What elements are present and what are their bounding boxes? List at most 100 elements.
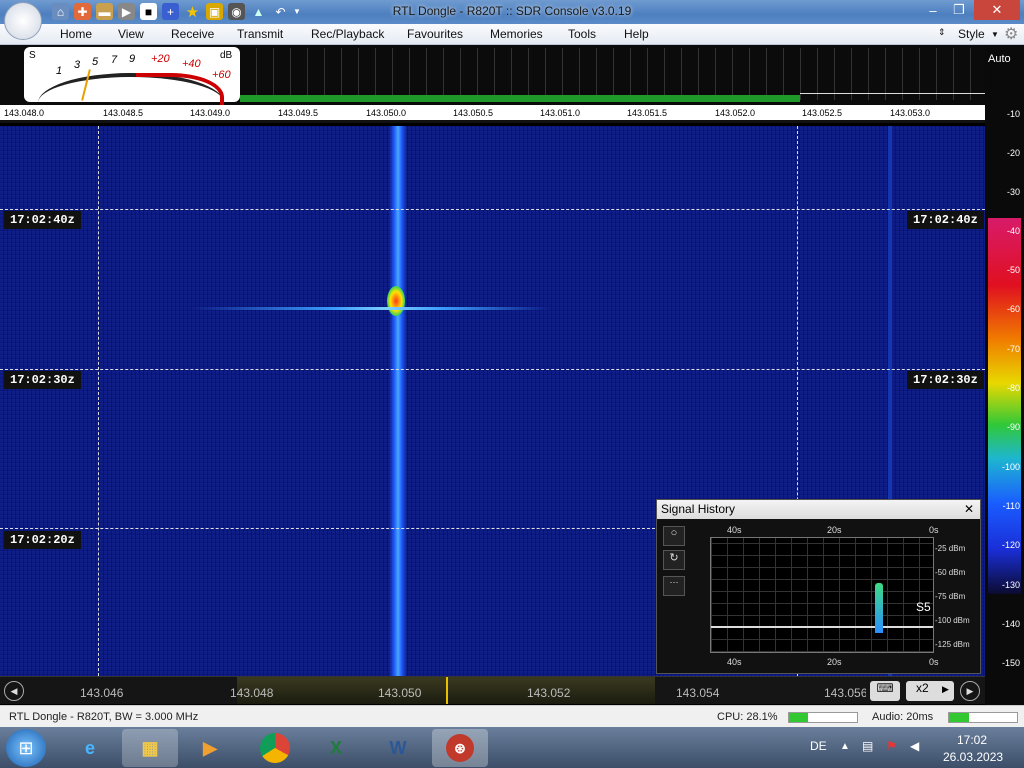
s-meter-tick: 9 bbox=[129, 53, 136, 65]
cpu-status: CPU: 28.1% bbox=[717, 711, 778, 723]
menu-transmit[interactable]: Transmit bbox=[237, 27, 283, 41]
scroll-left-button[interactable]: ◀ bbox=[4, 681, 24, 701]
title-bar: ⌂ ✚ ▬ ▶ ■ + ★ ▣ ◉ ▲ ↶ ▼ RTL Dongle - R82… bbox=[0, 0, 1024, 40]
grid-line-h bbox=[0, 209, 985, 210]
db-tick: -80 bbox=[1006, 383, 1020, 393]
tray-flag-icon[interactable]: ⚑ bbox=[886, 739, 897, 753]
history-time-label: 40s bbox=[727, 525, 742, 535]
s-meter-tick: 5 bbox=[92, 56, 99, 68]
db-tick: -40 bbox=[1006, 226, 1020, 236]
spectrum-noise-bar bbox=[240, 95, 800, 102]
style-updown-icon[interactable]: ⇕ bbox=[938, 27, 946, 38]
menu-memories[interactable]: Memories bbox=[490, 27, 543, 41]
tuning-freq: 143.048 bbox=[230, 686, 274, 700]
menu-help[interactable]: Help bbox=[624, 27, 649, 41]
s-meter-s-label: S bbox=[29, 50, 36, 61]
history-db-label: -125 dBm bbox=[935, 640, 970, 649]
cpu-meter bbox=[788, 712, 858, 723]
db-tick: -20 bbox=[1006, 148, 1020, 158]
close-panel-icon[interactable]: ✕ bbox=[964, 502, 974, 516]
timestamp-right: 17:02:30z bbox=[907, 371, 984, 389]
sdr-logo-icon: ⊛ bbox=[446, 734, 474, 762]
horizontal-burst bbox=[190, 307, 550, 310]
style-menu[interactable]: Style bbox=[958, 27, 985, 41]
start-button[interactable]: ⊞ bbox=[6, 729, 46, 767]
menu-receive[interactable]: Receive bbox=[171, 27, 214, 41]
tray-volume-icon[interactable]: ◀ bbox=[910, 739, 919, 753]
history-time-label: 20s bbox=[827, 525, 842, 535]
taskbar-media-player-icon[interactable]: ▶ bbox=[182, 729, 238, 767]
taskbar-ie-icon[interactable]: e bbox=[62, 729, 118, 767]
scroll-right-button[interactable]: ▶ bbox=[960, 681, 980, 701]
taskbar-sdr-console-icon[interactable]: ⊛ bbox=[432, 729, 488, 767]
tray-network-icon[interactable]: ▤ bbox=[862, 739, 873, 753]
device-status: RTL Dongle - R820T, BW = 3.000 MHz bbox=[9, 711, 199, 723]
audio-meter bbox=[948, 712, 1018, 723]
clock-time[interactable]: 17:02 bbox=[957, 733, 987, 747]
history-time-label: 0s bbox=[929, 657, 939, 667]
taskbar-chrome-icon[interactable] bbox=[247, 729, 303, 767]
history-trace bbox=[711, 626, 933, 628]
taskbar-excel-icon[interactable]: X bbox=[308, 729, 364, 767]
tuning-freq: 143.050 bbox=[378, 686, 422, 700]
taskbar-word-icon[interactable]: W bbox=[370, 729, 426, 767]
chrome-logo-icon bbox=[260, 733, 290, 763]
signal-history-title: Signal History bbox=[661, 502, 736, 516]
db-tick: -150 bbox=[1001, 658, 1020, 668]
db-tick: -30 bbox=[1006, 187, 1020, 197]
style-dropdown-icon[interactable]: ▼ bbox=[991, 30, 999, 39]
freq-tick: 143.050.0 bbox=[366, 108, 407, 118]
tuning-freq: 143.052 bbox=[527, 686, 571, 700]
s-meter-tick: 1 bbox=[56, 65, 63, 77]
menu-favourites[interactable]: Favourites bbox=[407, 27, 463, 41]
db-scale[interactable]: Auto -10 -20 -30 -40 -50 -60 -70 -80 -90… bbox=[985, 45, 1024, 705]
history-peak bbox=[875, 583, 883, 633]
spectrum-trace bbox=[800, 93, 985, 102]
s-meter-tick: 3 bbox=[74, 59, 81, 71]
freq-tick: 143.048.0 bbox=[4, 108, 45, 118]
history-time-label: 20s bbox=[827, 657, 842, 667]
history-record-button[interactable]: ○ bbox=[663, 526, 685, 546]
history-db-label: -50 dBm bbox=[935, 568, 966, 577]
timestamp-left: 17:02:30z bbox=[4, 371, 81, 389]
signal-history-panel: Signal History ✕ ○ ↻ ⋯ 40s 20s 0s S5 -25… bbox=[656, 499, 981, 674]
freq-tick: 143.048.5 bbox=[103, 108, 144, 118]
zoom-button[interactable]: x2 ▶ bbox=[906, 681, 954, 701]
clock-date[interactable]: 26.03.2023 bbox=[943, 750, 1003, 764]
menu-rec-playback[interactable]: Rec/Playback bbox=[311, 27, 384, 41]
freq-tick: 143.051.0 bbox=[540, 108, 581, 118]
menu-view[interactable]: View bbox=[118, 27, 144, 41]
s-meter-tick: +40 bbox=[182, 58, 201, 70]
taskbar-explorer-icon[interactable]: ▦ bbox=[122, 729, 178, 767]
zoom-arrow-icon: ▶ bbox=[942, 684, 949, 694]
history-chart: S5 bbox=[710, 537, 934, 653]
db-tick: -70 bbox=[1006, 344, 1020, 354]
timestamp-left: 17:02:20z bbox=[4, 531, 81, 549]
window-title: RTL Dongle - R820T :: SDR Console v3.0.1… bbox=[392, 4, 632, 18]
freq-tick: 143.049.5 bbox=[278, 108, 319, 118]
db-tick: -10 bbox=[1006, 109, 1020, 119]
settings-gear-icon[interactable]: ⚙ bbox=[1004, 24, 1018, 44]
freq-tick: 143.050.5 bbox=[453, 108, 494, 118]
db-tick: -50 bbox=[1006, 265, 1020, 275]
freq-tick: 143.051.5 bbox=[627, 108, 668, 118]
app-orb-button[interactable] bbox=[4, 2, 42, 40]
db-tick: -110 bbox=[1002, 501, 1020, 511]
tray-expand-icon[interactable]: ▲ bbox=[840, 741, 850, 752]
menu-tools[interactable]: Tools bbox=[568, 27, 596, 41]
menu-home[interactable]: Home bbox=[60, 27, 92, 41]
db-tick: -90 bbox=[1006, 422, 1020, 432]
history-reset-button[interactable]: ↻ bbox=[663, 550, 685, 570]
freq-tick: 143.052.0 bbox=[715, 108, 756, 118]
timestamp-right: 17:02:40z bbox=[907, 211, 984, 229]
status-bar: RTL Dongle - R820T, BW = 3.000 MHz CPU: … bbox=[0, 705, 1024, 727]
db-tick: -120 bbox=[1001, 540, 1020, 550]
minimize-button[interactable]: – bbox=[920, 0, 946, 20]
keyboard-icon[interactable]: ⌨ bbox=[870, 681, 900, 701]
maximize-button[interactable]: ❐ bbox=[946, 0, 972, 20]
close-button[interactable]: ✕ bbox=[974, 0, 1020, 20]
history-more-button[interactable]: ⋯ bbox=[663, 576, 685, 596]
auto-button[interactable]: Auto bbox=[988, 53, 1011, 65]
language-indicator[interactable]: DE bbox=[810, 739, 827, 753]
signal-history-title-bar[interactable]: Signal History ✕ bbox=[657, 500, 980, 519]
